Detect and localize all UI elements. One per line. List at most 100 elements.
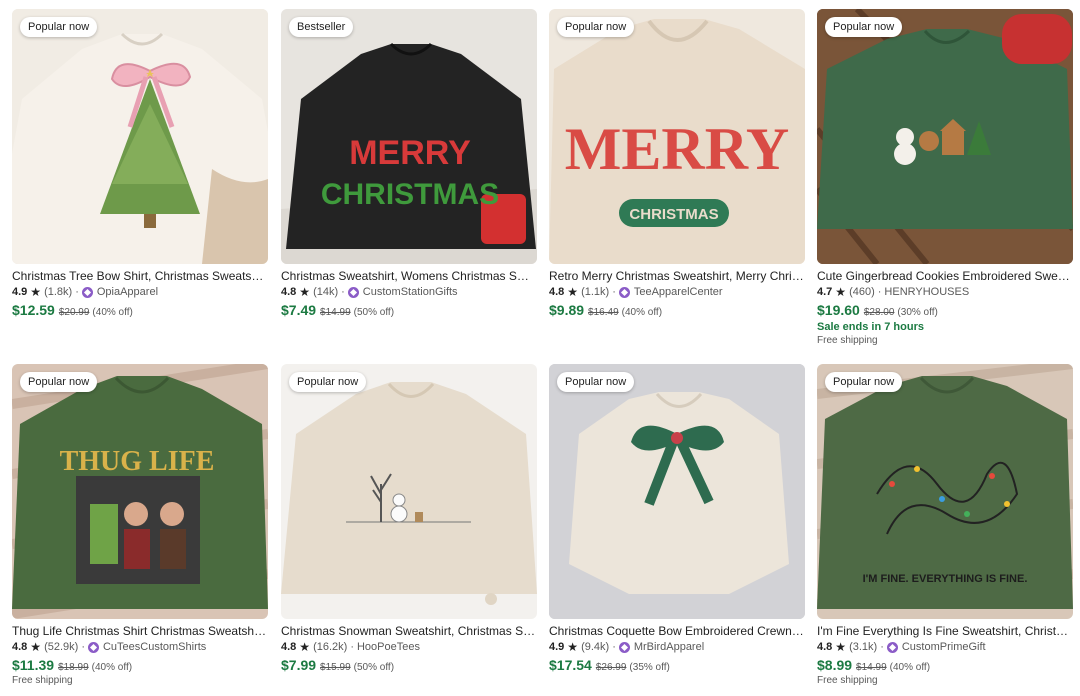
original-price: $16.49	[588, 307, 619, 318]
price-row: $11.39 $18.99 (40% off)	[12, 657, 268, 673]
product-title[interactable]: I'm Fine Everything Is Fine Sweatshirt, …	[817, 623, 1073, 639]
free-shipping-text: Free shipping	[817, 335, 878, 346]
star-icon: ★	[835, 640, 847, 654]
product-card[interactable]: Popular now Christmas Snowman Sweatshirt…	[281, 364, 537, 673]
star-icon: ★	[567, 285, 579, 299]
original-price: $28.00	[863, 307, 895, 318]
product-card[interactable]: Popular now Christmas Coquette Bow Embro…	[549, 364, 805, 673]
product-title[interactable]: Christmas Coquette Bow Embroidered Crewn…	[549, 623, 805, 639]
star-icon: ★	[299, 285, 311, 299]
separator-dot: ·	[341, 286, 345, 298]
rating-value: 4.8	[281, 641, 297, 653]
discount: (40% off)	[92, 307, 133, 318]
shirt-print-merry: MERRY	[565, 116, 790, 182]
separator-dot: ·	[877, 286, 882, 298]
rating-row: 4.8 ★ (1.1k) · TeeApparelCenter	[549, 284, 805, 300]
free-shipping-text: Free shipping	[817, 675, 878, 686]
price-row: $7.49 $14.99 (50% off)	[281, 302, 537, 318]
product-image[interactable]: MERRY CHRISTMAS Popular now	[549, 9, 805, 264]
rating-value: 4.9	[549, 641, 565, 653]
separator-dot: ·	[81, 641, 85, 653]
seller-name[interactable]: MrBirdApparel	[634, 639, 704, 655]
rating-value: 4.7	[817, 286, 833, 298]
seller-name[interactable]: CustomPrimeGift	[902, 639, 986, 655]
product-card[interactable]: THUG LIFE Popular now Thug Life Christma…	[12, 364, 268, 686]
sale-price: $8.99	[817, 657, 853, 673]
popular-badge: Popular now	[20, 372, 98, 392]
separator-dot: ·	[612, 286, 616, 298]
star-seller-icon	[618, 286, 630, 298]
review-count: (14k)	[313, 286, 339, 298]
rating-row: 4.9 ★ (1.8k) · OpiaApparel	[12, 284, 268, 300]
product-card[interactable]: MERRY CHRISTMAS Popular now Retro Merry …	[549, 9, 805, 318]
rating-value: 4.8	[12, 641, 28, 653]
sale-price: $7.99	[281, 657, 317, 673]
shirt-print-fine: I'M FINE. EVERYTHING IS FINE.	[863, 573, 1028, 585]
price-row: $19.60 $28.00 (30% off)	[817, 302, 1073, 318]
shirt-print-christmas: CHRISTMAS	[321, 178, 499, 211]
shirt-print-christmas: CHRISTMAS	[629, 206, 718, 223]
seller-name[interactable]: CustomStationGifts	[363, 284, 458, 300]
review-count: (460)	[849, 286, 875, 298]
separator-dot: ·	[75, 286, 79, 298]
sale-price: $17.54	[549, 657, 592, 673]
product-image[interactable]: Popular now	[549, 364, 805, 619]
price-row: $9.89 $16.49 (40% off)	[549, 302, 805, 318]
discount: (30% off)	[897, 307, 938, 318]
product-title[interactable]: Retro Merry Christmas Sweatshirt, Merry …	[549, 268, 805, 284]
sale-price: $11.39	[12, 657, 55, 673]
product-card[interactable]: Popular now Christmas Tree Bow Shirt, Ch…	[12, 9, 268, 318]
price-row: $12.59 $20.99 (40% off)	[12, 302, 268, 318]
price-row: $8.99 $14.99 (40% off)	[817, 657, 1073, 673]
star-seller-icon	[618, 641, 630, 653]
seller-name[interactable]: HooPoeTees	[357, 639, 420, 655]
product-card[interactable]: I'M FINE. EVERYTHING IS FINE. Popular no…	[817, 364, 1073, 686]
rating-row: 4.8 ★ (52.9k) · CuTeesCustomShirts	[12, 639, 268, 655]
rating-value: 4.8	[281, 286, 297, 298]
discount: (50% off)	[353, 662, 395, 673]
product-image[interactable]: I'M FINE. EVERYTHING IS FINE. Popular no…	[817, 364, 1073, 619]
popular-badge: Popular now	[825, 372, 903, 392]
rating-row: 4.9 ★ (9.4k) · MrBirdApparel	[549, 639, 805, 655]
product-card[interactable]: MERRY CHRISTMAS Bestseller Christmas Swe…	[281, 9, 537, 318]
sale-price: $9.89	[549, 302, 585, 318]
rating-value: 4.8	[817, 641, 833, 653]
rating-row: 4.8 ★ (14k) · CustomStationGifts	[281, 284, 537, 300]
seller-name[interactable]: OpiaApparel	[97, 284, 158, 300]
product-image[interactable]: THUG LIFE Popular now	[12, 364, 268, 619]
product-title[interactable]: Christmas Sweatshirt, Womens Christmas S…	[281, 268, 537, 284]
review-count: (3.1k)	[849, 641, 878, 653]
seller-name[interactable]: HENRYHOUSES	[884, 284, 969, 300]
shirt-print-merry: MERRY	[349, 134, 471, 172]
product-title[interactable]: Christmas Tree Bow Shirt, Christmas Swea…	[12, 268, 268, 284]
product-title[interactable]: Thug Life Christmas Shirt Christmas Swea…	[12, 623, 268, 639]
seller-name[interactable]: TeeApparelCenter	[634, 284, 723, 300]
product-image[interactable]: Popular now	[12, 9, 268, 264]
star-seller-icon	[886, 641, 898, 653]
star-icon: ★	[567, 640, 579, 654]
original-price: $18.99	[58, 662, 89, 673]
separator-dot: ·	[612, 641, 616, 653]
sale-price: $19.60	[817, 302, 860, 318]
star-icon: ★	[299, 640, 311, 654]
listing-grid: Popular now Christmas Tree Bow Shirt, Ch…	[0, 0, 1080, 696]
discount: (40% off)	[889, 662, 931, 673]
separator-dot: ·	[350, 641, 354, 653]
popular-badge: Popular now	[20, 17, 98, 37]
star-seller-icon	[87, 641, 99, 653]
seller-name[interactable]: CuTeesCustomShirts	[103, 639, 206, 655]
free-shipping-text: Free shipping	[12, 675, 73, 686]
original-price: $15.99	[320, 662, 351, 673]
star-icon: ★	[30, 285, 42, 299]
original-price: $14.99	[320, 307, 351, 318]
product-image[interactable]: MERRY CHRISTMAS Bestseller	[281, 9, 537, 264]
original-price: $26.99	[595, 662, 627, 673]
price-row: $17.54 $26.99 (35% off)	[549, 657, 805, 673]
shirt-print-thug-life: THUG LIFE	[60, 446, 215, 477]
product-title[interactable]: Cute Gingerbread Cookies Embroidered Swe…	[817, 268, 1073, 284]
product-image[interactable]: Popular now	[281, 364, 537, 619]
popular-badge: Popular now	[557, 17, 635, 37]
product-card[interactable]: Popular now Cute Gingerbread Cookies Emb…	[817, 9, 1073, 346]
product-image[interactable]: Popular now	[817, 9, 1073, 264]
product-title[interactable]: Christmas Snowman Sweatshirt, Christmas …	[281, 623, 537, 639]
